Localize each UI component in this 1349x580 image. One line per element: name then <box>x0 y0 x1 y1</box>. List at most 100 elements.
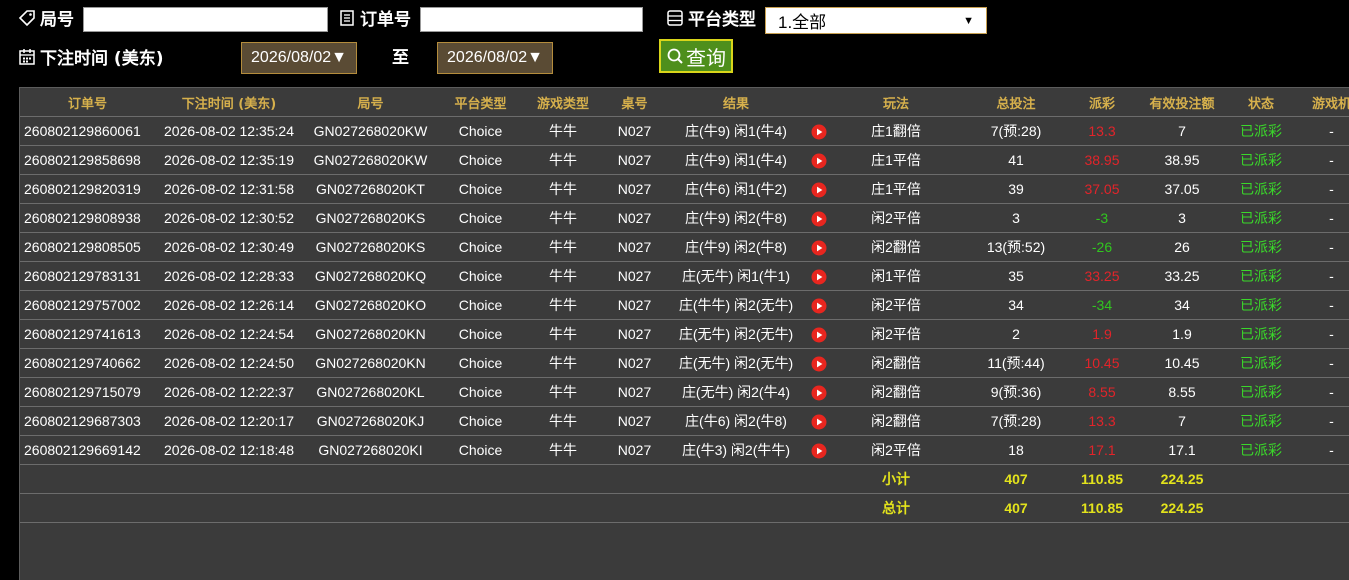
total-bet-cell: 35 <box>961 261 1071 291</box>
play-circle-icon[interactable] <box>811 211 827 227</box>
play-circle-icon[interactable] <box>811 443 827 459</box>
order-id-cell: 260802129757002 <box>20 290 155 320</box>
play-circle-icon[interactable] <box>811 356 827 372</box>
payout-cell: 13.3 <box>1071 116 1133 146</box>
status-cell: 已派彩 <box>1231 261 1291 291</box>
column-header: 派彩 <box>1088 96 1115 112</box>
bet-time-cell: 2026-08-02 12:35:19 <box>155 145 303 175</box>
machine-cell: - <box>1291 319 1349 349</box>
empty-cell <box>20 493 155 523</box>
result-cell: 庄(牛9) 闲2(牛8) <box>666 203 806 233</box>
order-id-cell: 260802129808505 <box>20 232 155 262</box>
replay-cell <box>806 232 831 262</box>
table-row[interactable]: 260802129858698 2026-08-02 12:35:19 GN0272… <box>20 145 1349 175</box>
replay-cell <box>806 348 831 378</box>
query-button[interactable]: 查询 <box>659 39 733 73</box>
empty-cell <box>806 464 831 494</box>
order-id-cell: 260802129820319 <box>20 174 155 204</box>
order-input[interactable] <box>420 7 643 32</box>
total-bet-cell: 41 <box>961 145 1071 175</box>
column-header: 玩法 <box>882 96 909 112</box>
date-to-picker[interactable]: 2026/08/02▼ <box>437 42 553 74</box>
column-header: 状态 <box>1247 96 1274 112</box>
total-row: 总计 407 110.85 224.25 <box>20 493 1349 523</box>
order-id-cell: 260802129740662 <box>20 348 155 378</box>
table-row[interactable]: 260802129741613 2026-08-02 12:24:54 GN0272… <box>20 319 1349 349</box>
play-circle-icon[interactable] <box>811 269 827 285</box>
play-circle-icon[interactable] <box>811 124 827 140</box>
status-cell: 已派彩 <box>1231 232 1291 262</box>
table-row[interactable]: 260802129669142 2026-08-02 12:18:48 GN0272… <box>20 435 1349 465</box>
round-label-text: 局号 <box>40 10 74 30</box>
order-id-cell: 260802129741613 <box>20 319 155 349</box>
play-circle-icon[interactable] <box>811 298 827 314</box>
result-cell: 庄(无牛) 闲2(无牛) <box>666 319 806 349</box>
column-header: 桌号 <box>621 96 648 112</box>
subtotal-label: 小计 <box>831 464 961 494</box>
machine-cell: - <box>1291 174 1349 204</box>
total-payout: 110.85 <box>1071 493 1133 523</box>
table-row[interactable]: 260802129715079 2026-08-02 12:22:37 GN0272… <box>20 377 1349 407</box>
machine-cell: - <box>1291 348 1349 378</box>
calendar-icon <box>19 48 35 65</box>
valid-bet-cell: 8.55 <box>1133 377 1231 407</box>
table-row[interactable]: 260802129687303 2026-08-02 12:20:17 GN0272… <box>20 406 1349 436</box>
date-from-picker[interactable]: 2026/08/02▼ <box>241 42 357 74</box>
order-id-cell: 260802129715079 <box>20 377 155 407</box>
play-circle-icon[interactable] <box>811 153 827 169</box>
empty-cell <box>303 493 438 523</box>
play-type-cell: 闲2平倍 <box>831 319 961 349</box>
status-cell: 已派彩 <box>1231 116 1291 146</box>
payout-cell: 10.45 <box>1071 348 1133 378</box>
table-row[interactable]: 260802129757002 2026-08-02 12:26:14 GN0272… <box>20 290 1349 320</box>
payout-cell: -34 <box>1071 290 1133 320</box>
play-type-cell: 闲2平倍 <box>831 435 961 465</box>
replay-cell <box>806 377 831 407</box>
empty-cell <box>1291 493 1349 523</box>
play-circle-icon[interactable] <box>811 327 827 343</box>
round-input[interactable] <box>83 7 328 32</box>
valid-bet-cell: 38.95 <box>1133 145 1231 175</box>
replay-cell <box>806 290 831 320</box>
play-circle-icon[interactable] <box>811 240 827 256</box>
round-id-cell: GN027268020KW <box>303 116 438 146</box>
column-header: 结果 <box>722 96 749 112</box>
round-id-cell: GN027268020KN <box>303 348 438 378</box>
table-number-cell: N027 <box>603 174 666 204</box>
table-row[interactable]: 260802129820319 2026-08-02 12:31:58 GN0272… <box>20 174 1349 204</box>
table-row[interactable]: 260802129808505 2026-08-02 12:30:49 GN0272… <box>20 232 1349 262</box>
machine-cell: - <box>1291 406 1349 436</box>
play-circle-icon[interactable] <box>811 414 827 430</box>
play-type-cell: 庄1翻倍 <box>831 116 961 146</box>
bet-time-cell: 2026-08-02 12:28:33 <box>155 261 303 291</box>
replay-cell <box>806 174 831 204</box>
order-id-cell: 260802129669142 <box>20 435 155 465</box>
bet-time-cell: 2026-08-02 12:30:49 <box>155 232 303 262</box>
table-number-cell: N027 <box>603 261 666 291</box>
play-circle-icon[interactable] <box>811 385 827 401</box>
status-cell: 已派彩 <box>1231 377 1291 407</box>
table-row[interactable]: 260802129783131 2026-08-02 12:28:33 GN0272… <box>20 261 1349 291</box>
platform-select[interactable]: 1.全部 ▼ <box>765 7 987 34</box>
valid-bet-cell: 33.25 <box>1133 261 1231 291</box>
empty-cell <box>603 464 666 494</box>
status-cell: 已派彩 <box>1231 290 1291 320</box>
round-id-cell: GN027268020KT <box>303 174 438 204</box>
result-cell: 庄(牛9) 闲1(牛4) <box>666 116 806 146</box>
order-id-cell: 260802129687303 <box>20 406 155 436</box>
play-circle-icon[interactable] <box>811 182 827 198</box>
table-row[interactable]: 260802129860061 2026-08-02 12:35:24 GN0272… <box>20 116 1349 146</box>
machine-cell: - <box>1291 435 1349 465</box>
table-row[interactable]: 260802129740662 2026-08-02 12:24:50 GN0272… <box>20 348 1349 378</box>
order-id-cell: 260802129783131 <box>20 261 155 291</box>
status-cell: 已派彩 <box>1231 203 1291 233</box>
column-header: 游戏类型 <box>536 96 589 112</box>
payout-cell: 17.1 <box>1071 435 1133 465</box>
subtotal-payout: 110.85 <box>1071 464 1133 494</box>
game-type-cell: 牛牛 <box>523 261 603 291</box>
round-id-cell: GN027268020KL <box>303 377 438 407</box>
machine-cell: - <box>1291 116 1349 146</box>
table-row[interactable]: 260802129808938 2026-08-02 12:30:52 GN0272… <box>20 203 1349 233</box>
replay-cell <box>806 203 831 233</box>
round-id-cell: GN027268020KO <box>303 290 438 320</box>
